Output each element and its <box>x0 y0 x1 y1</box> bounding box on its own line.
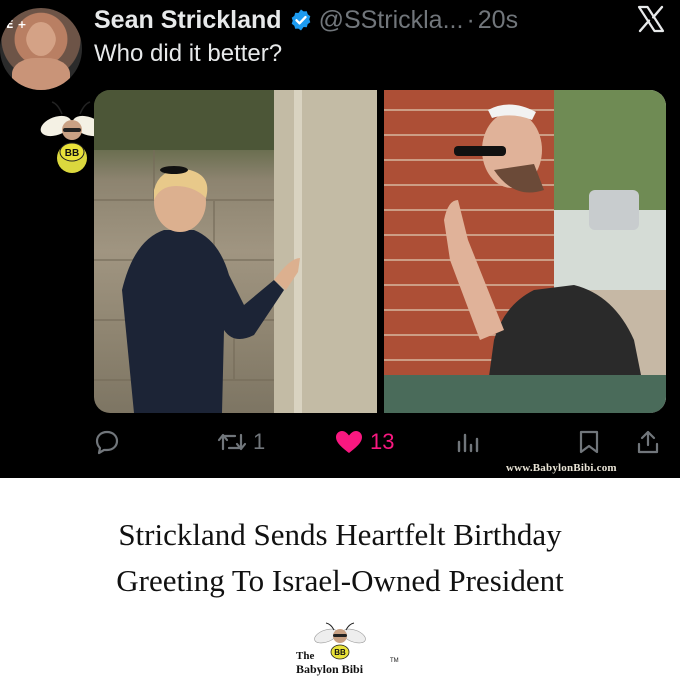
media-gap <box>377 90 384 413</box>
avatar-badge: E + <box>6 18 27 31</box>
tweet-card: E + Sean Strickland @SStrickla... · 20s … <box>0 0 680 478</box>
reply-button[interactable] <box>94 424 126 460</box>
media-image-left[interactable] <box>94 90 377 413</box>
author-handle[interactable]: @SStrickla... <box>319 6 464 35</box>
watermark-url: www.BabylonBibi.com <box>506 462 617 474</box>
author-display-name[interactable]: Sean Strickland <box>94 6 282 35</box>
avatar-torso <box>12 58 70 90</box>
brand-name: Babylon Bibi <box>296 662 364 676</box>
brand-logo: BB The Babylon Bibi TM <box>290 622 400 678</box>
brand-mark-text: BB <box>334 648 346 657</box>
bee-mark-text: BB <box>65 148 79 159</box>
analytics-button[interactable] <box>456 424 480 460</box>
avatar-head <box>27 22 55 56</box>
share-icon <box>637 430 659 454</box>
like-count: 13 <box>370 429 395 454</box>
retweet-count: 1 <box>253 429 266 454</box>
timestamp[interactable]: 20s <box>478 6 518 35</box>
heart-icon <box>336 431 362 453</box>
analytics-icon <box>457 433 479 453</box>
headline-line-2: Greeting To Israel-Owned President <box>116 563 564 598</box>
media-image-right[interactable] <box>384 90 666 413</box>
tweet-media[interactable] <box>94 90 666 413</box>
brand-trademark: TM <box>390 658 399 664</box>
reply-icon <box>95 430 119 455</box>
headline: Strickland Sends Heartfelt Birthday Gree… <box>0 512 680 604</box>
brand-the: The <box>296 650 315 662</box>
tweet-text: Who did it better? <box>94 40 283 67</box>
retweet-icon <box>217 433 247 451</box>
x-logo-icon[interactable] <box>636 4 666 34</box>
left-photo-scene <box>94 90 377 413</box>
avatar[interactable]: E + <box>0 8 82 90</box>
verified-badge-icon <box>291 9 310 31</box>
right-photo-scene <box>384 90 666 413</box>
tweet-actions: 1 13 <box>94 424 666 460</box>
bookmark-icon <box>579 430 599 454</box>
separator-dot: · <box>466 5 475 34</box>
like-button[interactable]: 13 <box>334 424 394 460</box>
bookmark-button[interactable] <box>578 424 600 460</box>
share-button[interactable] <box>636 424 660 460</box>
retweet-button[interactable]: 1 <box>217 424 265 460</box>
headline-line-1: Strickland Sends Heartfelt Birthday <box>118 517 562 552</box>
author-row: Sean Strickland @SStrickla... · 20s <box>94 4 518 36</box>
